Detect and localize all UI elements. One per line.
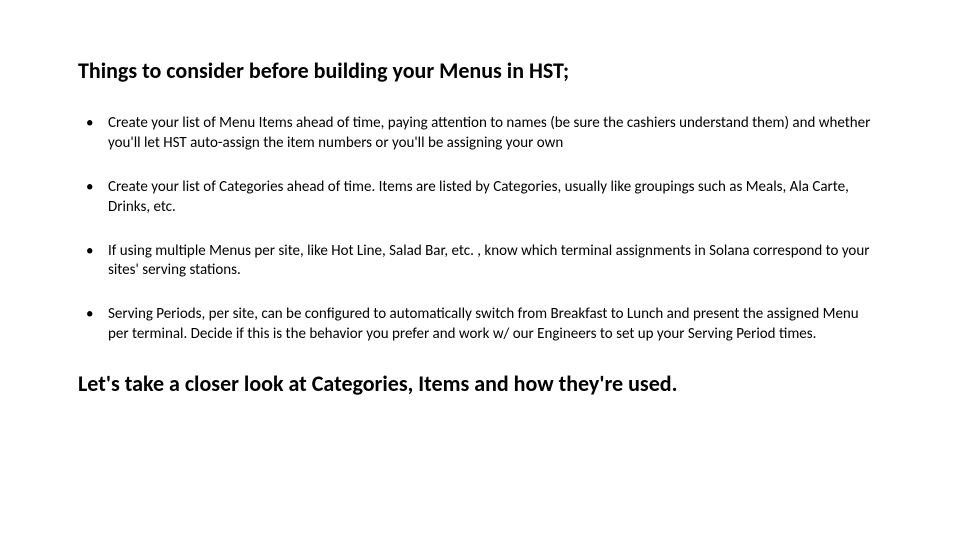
- slide-title: Things to consider before building your …: [78, 58, 882, 84]
- closing-line: Let's take a closer look at Categories, …: [78, 371, 882, 397]
- list-item: Create your list of Categories ahead of …: [78, 178, 882, 218]
- list-item: Create your list of Menu Items ahead of …: [78, 114, 882, 154]
- list-item: Serving Periods, per site, can be config…: [78, 305, 882, 345]
- bullet-list: Create your list of Menu Items ahead of …: [78, 114, 882, 344]
- slide: Things to consider before building your …: [0, 0, 960, 540]
- list-item: If using multiple Menus per site, like H…: [78, 242, 882, 282]
